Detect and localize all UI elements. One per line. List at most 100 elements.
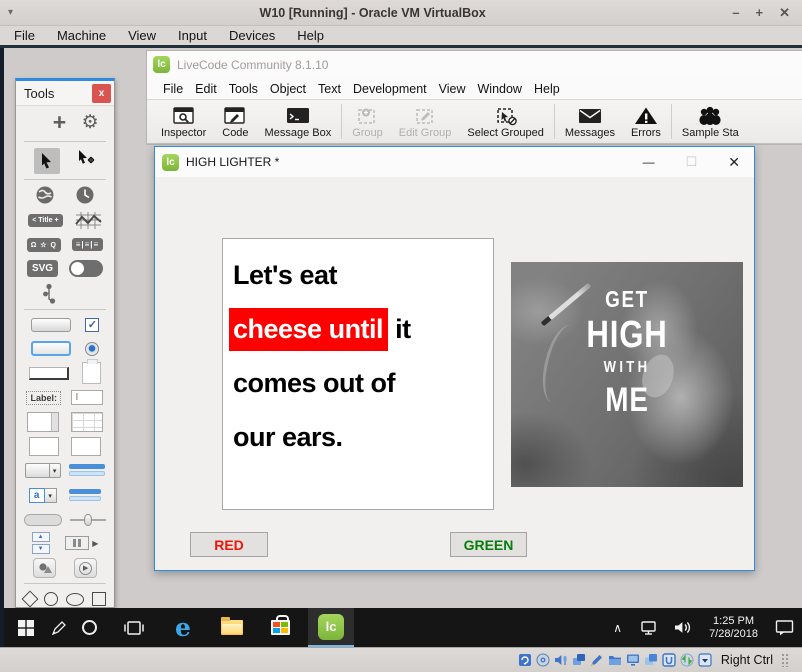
- lc-menu-edit[interactable]: Edit: [189, 82, 223, 96]
- optical-disc-status-icon[interactable]: [536, 653, 550, 667]
- vbox-menu-file[interactable]: File: [0, 28, 46, 43]
- vbox-menu-view[interactable]: View: [117, 28, 167, 43]
- slider-tool[interactable]: [70, 513, 106, 527]
- new-object-plus-icon[interactable]: +: [53, 111, 66, 134]
- palette-settings-gear-icon[interactable]: ⚙: [82, 113, 99, 132]
- display-status-icon[interactable]: [626, 653, 640, 667]
- menu-arrow-status-icon[interactable]: [698, 653, 712, 667]
- option-menu-tool[interactable]: ▾: [25, 463, 61, 478]
- header-bar-widget-tool[interactable]: < Title +: [28, 214, 62, 227]
- green-button[interactable]: GREEN: [450, 532, 527, 557]
- text-entry-tool[interactable]: I: [71, 390, 103, 405]
- browser-widget-tool[interactable]: [35, 185, 55, 205]
- svg-icon-widget-tool[interactable]: SVG: [27, 260, 58, 277]
- line-graph-widget-tool[interactable]: [75, 211, 102, 230]
- network-activity-status-icon[interactable]: [680, 653, 694, 667]
- tab-panel-tool[interactable]: ▶: [65, 536, 98, 550]
- tray-chevron-up-icon[interactable]: ∧: [604, 621, 631, 635]
- start-button[interactable]: [6, 608, 46, 647]
- highlighter-text-field[interactable]: Let's eat cheese until it comes out of o…: [222, 238, 494, 510]
- list-field-tool[interactable]: [29, 437, 59, 456]
- lc-menu-window[interactable]: Window: [472, 82, 528, 96]
- progress-bar-tool[interactable]: [24, 514, 62, 526]
- button-tool[interactable]: [31, 318, 71, 332]
- resize-grip[interactable]: [781, 653, 790, 667]
- radio-button-tool[interactable]: [85, 342, 99, 356]
- edge-browser-button[interactable]: e: [162, 608, 204, 647]
- network-adapter-status-icon[interactable]: [572, 653, 586, 667]
- stack-maximize-button[interactable]: ☐: [686, 154, 698, 170]
- lc-menu-view[interactable]: View: [433, 82, 472, 96]
- tree-view-widget-tool[interactable]: [42, 283, 58, 305]
- windows-ink-button[interactable]: [46, 608, 72, 647]
- oval-tool[interactable]: [66, 593, 84, 606]
- hard-disk-status-icon[interactable]: [518, 653, 532, 667]
- tools-palette-close-button[interactable]: x: [92, 84, 111, 103]
- store-button[interactable]: [258, 608, 302, 647]
- checkbox-tool[interactable]: ✓: [85, 318, 99, 332]
- errors-button[interactable]: Errors: [623, 100, 669, 143]
- network-tray-button[interactable]: [631, 620, 666, 636]
- lc-menu-help[interactable]: Help: [528, 82, 566, 96]
- lc-menu-development[interactable]: Development: [347, 82, 433, 96]
- pointer-tool-selected[interactable]: [34, 148, 60, 174]
- table-field-tool[interactable]: [71, 412, 103, 432]
- stack-close-button[interactable]: ✕: [728, 154, 740, 171]
- navigation-bar-widget-tool[interactable]: Ω ☆ Q: [27, 238, 61, 252]
- vbox-minimize-button[interactable]: –: [732, 5, 739, 21]
- stack-titlebar[interactable]: lc HIGH LIGHTER * — ☐ ✕: [155, 147, 754, 177]
- circle-tool[interactable]: [44, 592, 58, 606]
- stepper-tool[interactable]: ▲ ▼: [32, 532, 50, 554]
- vbox-menu-input[interactable]: Input: [167, 28, 218, 43]
- shared-folders-status-icon[interactable]: [608, 653, 622, 667]
- combo-box-tool[interactable]: a▾: [29, 488, 57, 503]
- taskbar-clock[interactable]: 1:25 PM 7/28/2018: [700, 615, 767, 641]
- card-tool[interactable]: [82, 362, 101, 384]
- sample-stacks-button[interactable]: Sample Sta: [674, 100, 747, 143]
- scrolling-field-tool[interactable]: [27, 412, 59, 432]
- scrollbar-widget-tool[interactable]: [69, 464, 105, 478]
- lc-menu-object[interactable]: Object: [264, 82, 312, 96]
- segmented-control-widget-tool[interactable]: ≡|≡|≡: [72, 238, 103, 251]
- player-tool[interactable]: ▶: [74, 558, 97, 578]
- edit-pointer-tool[interactable]: [77, 149, 96, 172]
- virtual-screens-status-icon[interactable]: [644, 653, 658, 667]
- default-button-tool[interactable]: [31, 341, 71, 356]
- inspector-button[interactable]: Inspector: [153, 100, 214, 143]
- red-button[interactable]: RED: [190, 532, 268, 557]
- code-button[interactable]: Code: [214, 100, 256, 143]
- vbox-close-button[interactable]: ✕: [779, 5, 790, 21]
- drag-drop-status-icon[interactable]: [590, 653, 604, 667]
- cortana-button[interactable]: [72, 608, 106, 647]
- image-tool[interactable]: [33, 558, 56, 578]
- audio-status-icon[interactable]: [554, 653, 568, 667]
- rectangle-tool[interactable]: [92, 592, 106, 606]
- label-field-tool[interactable]: Label:: [26, 391, 61, 405]
- usb-status-icon[interactable]: [662, 653, 676, 667]
- clock-widget-tool[interactable]: [75, 185, 95, 205]
- stack-minimize-button[interactable]: —: [643, 155, 655, 169]
- edit-group-button[interactable]: Edit Group: [391, 100, 460, 143]
- group-button[interactable]: Group: [344, 100, 391, 143]
- switch-widget-tool[interactable]: [69, 260, 103, 277]
- action-center-button[interactable]: [767, 619, 802, 636]
- data-grid-tool[interactable]: [71, 437, 101, 456]
- lc-menu-file[interactable]: File: [157, 82, 189, 96]
- message-box-button[interactable]: Message Box: [257, 100, 340, 143]
- file-explorer-button[interactable]: [210, 608, 254, 647]
- vbox-maximize-button[interactable]: +: [756, 5, 764, 21]
- messages-button[interactable]: Messages: [557, 100, 623, 143]
- volume-tray-button[interactable]: [666, 620, 700, 635]
- task-view-button[interactable]: [114, 608, 154, 647]
- lc-menu-tools[interactable]: Tools: [223, 82, 264, 96]
- vbox-menu-help[interactable]: Help: [286, 28, 335, 43]
- lc-menu-text[interactable]: Text: [312, 82, 347, 96]
- livecode-taskbar-button-active[interactable]: lc: [308, 608, 354, 647]
- vbox-menu-machine[interactable]: Machine: [46, 28, 117, 43]
- rectangle-button-tool[interactable]: [29, 367, 69, 380]
- scroller-tool[interactable]: [69, 489, 101, 503]
- select-grouped-button[interactable]: Select Grouped: [459, 100, 551, 143]
- tools-palette-titlebar[interactable]: Tools x: [16, 81, 114, 106]
- vbox-menu-devices[interactable]: Devices: [218, 28, 286, 43]
- regular-polygon-tool[interactable]: [22, 591, 39, 608]
